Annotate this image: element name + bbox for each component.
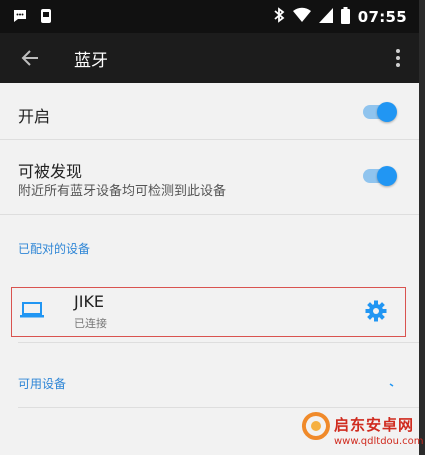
device-status: 已连接 — [74, 317, 107, 330]
toggle-thumb — [377, 166, 397, 186]
discoverable-toggle[interactable] — [363, 166, 397, 186]
chat-icon — [12, 8, 28, 28]
paired-device-item[interactable]: JIKE 已连接 — [11, 287, 406, 337]
device-name: JIKE — [74, 292, 105, 311]
bluetooth-enable-row[interactable]: 开启 — [0, 83, 419, 139]
wifi-icon — [292, 7, 311, 27]
bluetooth-enable-label: 开启 — [18, 107, 51, 126]
watermark: 启东安卓网 www.qdltdou.com — [300, 410, 424, 455]
status-bar: 07:55 — [0, 0, 419, 33]
watermark-logo-icon — [300, 410, 332, 454]
discoverable-label: 可被发现 — [18, 162, 83, 181]
app-bar: 蓝牙 — [0, 33, 419, 83]
clock-time: 07:55 — [357, 8, 407, 26]
discoverable-description: 附近所有蓝牙设备均可检测到此设备 — [18, 184, 227, 199]
divider — [18, 342, 419, 343]
bluetooth-icon — [273, 6, 285, 28]
page-title: 蓝牙 — [74, 51, 108, 71]
gear-icon[interactable] — [365, 300, 387, 326]
scanning-indicator-icon — [389, 374, 395, 393]
divider — [18, 407, 419, 408]
signal-icon — [318, 7, 333, 27]
more-vert-icon[interactable] — [395, 47, 401, 69]
watermark-title: 启东安卓网 — [334, 416, 415, 434]
available-devices-header: 可用设备 — [18, 377, 67, 391]
back-arrow-icon[interactable] — [18, 45, 44, 71]
phone-icon — [40, 8, 52, 28]
laptop-icon — [20, 300, 44, 324]
discoverable-row[interactable]: 可被发现 附近所有蓝牙设备均可检测到此设备 — [0, 140, 419, 214]
screen-frame-edge — [419, 0, 425, 455]
bluetooth-enable-toggle[interactable] — [363, 102, 397, 122]
watermark-url: www.qdltdou.com — [334, 436, 424, 447]
bluetooth-settings-list: 开启 可被发现 附近所有蓝牙设备均可检测到此设备 已配对的设备 JIKE 已连接 — [0, 83, 419, 455]
toggle-thumb — [377, 102, 397, 122]
divider — [0, 214, 419, 215]
battery-icon — [340, 6, 350, 28]
paired-devices-header: 已配对的设备 — [18, 242, 91, 256]
